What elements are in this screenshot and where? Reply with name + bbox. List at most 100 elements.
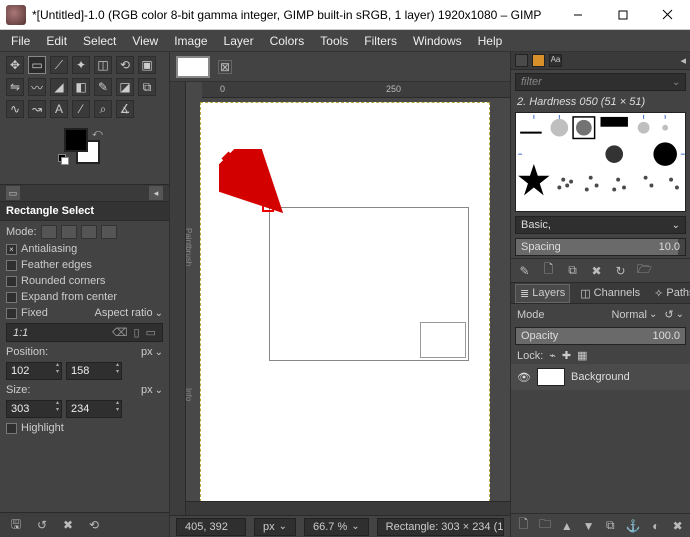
tool-free-select[interactable]: ⟋ bbox=[50, 56, 68, 74]
highlight-checkbox[interactable] bbox=[6, 423, 17, 434]
ratio-field[interactable]: 1:1 ⌫ ▯ ▭ bbox=[6, 323, 163, 342]
visibility-eye-icon[interactable]: 👁 bbox=[517, 371, 531, 384]
feather-checkbox[interactable] bbox=[6, 260, 17, 271]
antialias-checkbox[interactable] bbox=[6, 244, 17, 255]
size-h[interactable]: 234 bbox=[66, 400, 122, 418]
lock-alpha-icon[interactable]: ▦ bbox=[577, 349, 587, 362]
doc-close-icon[interactable]: ⊠ bbox=[218, 60, 232, 74]
tool-rect-select[interactable]: ▭ bbox=[28, 56, 46, 74]
selection-rectangle[interactable] bbox=[269, 207, 469, 361]
brush-preset[interactable]: Basic,⌄ bbox=[515, 216, 686, 234]
menu-image[interactable]: Image bbox=[167, 32, 214, 50]
tool-pencil[interactable]: ✎ bbox=[94, 78, 112, 96]
open-as-image-icon[interactable]: 🗁 bbox=[637, 263, 652, 278]
clear-icon[interactable]: ⌫ bbox=[112, 326, 128, 339]
brush-grid[interactable] bbox=[515, 112, 686, 212]
status-unit[interactable]: px⌄ bbox=[254, 518, 296, 536]
landscape-icon[interactable]: ▭ bbox=[146, 326, 156, 339]
doc-thumbnail[interactable] bbox=[176, 56, 210, 78]
menu-view[interactable]: View bbox=[125, 32, 165, 50]
tool-picker[interactable]: ⁄ bbox=[72, 100, 90, 118]
mode-switch-icon[interactable]: ↺ bbox=[664, 308, 673, 321]
tool-crop[interactable]: ◫ bbox=[94, 56, 112, 74]
dock-menu-icon[interactable]: ◂ bbox=[680, 54, 686, 67]
brush-spacing[interactable]: Spacing 10.0 bbox=[515, 238, 686, 256]
close-button[interactable] bbox=[645, 0, 690, 30]
layer-thumbnail[interactable] bbox=[537, 368, 565, 386]
position-y[interactable]: 158 bbox=[66, 362, 122, 380]
merge-down-icon[interactable]: ⚓ bbox=[626, 518, 641, 533]
mode-subtract[interactable] bbox=[81, 225, 97, 239]
layer-row[interactable]: 👁 Background bbox=[511, 364, 690, 390]
menu-filters[interactable]: Filters bbox=[357, 32, 404, 50]
refresh-brush-icon[interactable]: ↻ bbox=[613, 263, 628, 278]
tool-move[interactable]: ✥ bbox=[6, 56, 24, 74]
tab-menu-icon[interactable]: ◂ bbox=[149, 186, 163, 200]
tool-scale[interactable]: ▣ bbox=[138, 56, 156, 74]
restore-preset-icon[interactable]: ↺ bbox=[34, 517, 50, 533]
tool-path[interactable]: ↝ bbox=[28, 100, 46, 118]
tool-clone[interactable]: ⧉ bbox=[138, 78, 156, 96]
fg-bg-colors[interactable]: ⤺ bbox=[64, 128, 108, 178]
menu-layer[interactable]: Layer bbox=[217, 32, 261, 50]
menu-colors[interactable]: Colors bbox=[263, 32, 312, 50]
new-layer-icon[interactable]: 🗋 bbox=[517, 518, 530, 533]
tool-text[interactable]: A bbox=[50, 100, 68, 118]
save-preset-icon[interactable]: 🖫 bbox=[8, 517, 24, 533]
delete-preset-icon[interactable]: ✖ bbox=[60, 517, 76, 533]
brushes-tab-icon[interactable] bbox=[515, 54, 528, 67]
edit-brush-icon[interactable]: ✎ bbox=[517, 263, 532, 278]
image-page[interactable] bbox=[200, 102, 490, 501]
delete-layer-icon[interactable]: ✖ bbox=[671, 518, 684, 533]
reset-preset-icon[interactable]: ⟲ bbox=[86, 517, 102, 533]
canvas[interactable]: Paintbrush Info bbox=[186, 98, 510, 501]
portrait-icon[interactable]: ▯ bbox=[134, 326, 140, 339]
lock-pixels-icon[interactable]: ⌁ bbox=[549, 349, 556, 362]
opacity-slider[interactable]: Opacity 100.0 bbox=[515, 327, 686, 345]
ruler-horizontal[interactable]: 0 250 bbox=[202, 82, 510, 98]
lower-layer-icon[interactable]: ▼ bbox=[582, 518, 595, 533]
tool-smudge[interactable]: ∿ bbox=[6, 100, 24, 118]
delete-brush-icon[interactable]: ✖ bbox=[589, 263, 604, 278]
blend-mode-dropdown[interactable]: Normal⌄ ↺⌄ bbox=[611, 308, 684, 321]
rounded-checkbox[interactable] bbox=[6, 276, 17, 287]
duplicate-layer-icon[interactable]: ⧉ bbox=[604, 518, 617, 533]
menu-windows[interactable]: Windows bbox=[406, 32, 469, 50]
size-w[interactable]: 303 bbox=[6, 400, 62, 418]
size-unit[interactable]: px⌄ bbox=[141, 384, 163, 396]
layer-name[interactable]: Background bbox=[571, 371, 630, 383]
tool-flip[interactable]: ⇋ bbox=[6, 78, 24, 96]
tool-rotate[interactable]: ⟲ bbox=[116, 56, 134, 74]
maximize-button[interactable] bbox=[600, 0, 645, 30]
tool-fuzzy-select[interactable]: ✦ bbox=[72, 56, 90, 74]
mode-replace[interactable] bbox=[41, 225, 57, 239]
raise-layer-icon[interactable]: ▲ bbox=[560, 518, 573, 533]
fixed-dropdown[interactable]: Aspect ratio⌄ bbox=[95, 307, 163, 319]
fonts-tab-icon[interactable]: Aa bbox=[549, 54, 562, 67]
scrollbar-horizontal[interactable] bbox=[186, 501, 510, 515]
menu-help[interactable]: Help bbox=[471, 32, 510, 50]
tool-options-tab[interactable]: ▭ bbox=[6, 186, 20, 200]
tool-gradient[interactable]: ◧ bbox=[72, 78, 90, 96]
tab-channels[interactable]: ◫Channels bbox=[576, 285, 644, 302]
tool-bucket[interactable]: ◢ bbox=[50, 78, 68, 96]
new-group-icon[interactable]: 🗀 bbox=[539, 518, 552, 533]
patterns-tab-icon[interactable] bbox=[532, 54, 545, 67]
menu-file[interactable]: File bbox=[4, 32, 37, 50]
position-unit[interactable]: px⌄ bbox=[141, 346, 163, 358]
minimize-button[interactable] bbox=[555, 0, 600, 30]
new-brush-icon[interactable]: 🗋 bbox=[541, 263, 556, 278]
tool-eraser[interactable]: ◪ bbox=[116, 78, 134, 96]
lock-position-icon[interactable]: ✚ bbox=[562, 349, 571, 362]
position-x[interactable]: 102 bbox=[6, 362, 62, 380]
fixed-checkbox[interactable] bbox=[6, 308, 17, 319]
tool-warp[interactable]: 〰 bbox=[28, 78, 46, 96]
menu-edit[interactable]: Edit bbox=[39, 32, 74, 50]
reset-colors-icon[interactable] bbox=[58, 154, 68, 164]
tab-paths[interactable]: ✧Paths bbox=[650, 285, 690, 302]
tool-zoom[interactable]: ⌕ bbox=[94, 100, 112, 118]
brush-filter[interactable]: filter ⌄ bbox=[515, 73, 686, 91]
mode-intersect[interactable] bbox=[101, 225, 117, 239]
tool-measure[interactable]: ∡ bbox=[116, 100, 134, 118]
duplicate-brush-icon[interactable]: ⧉ bbox=[565, 263, 580, 278]
